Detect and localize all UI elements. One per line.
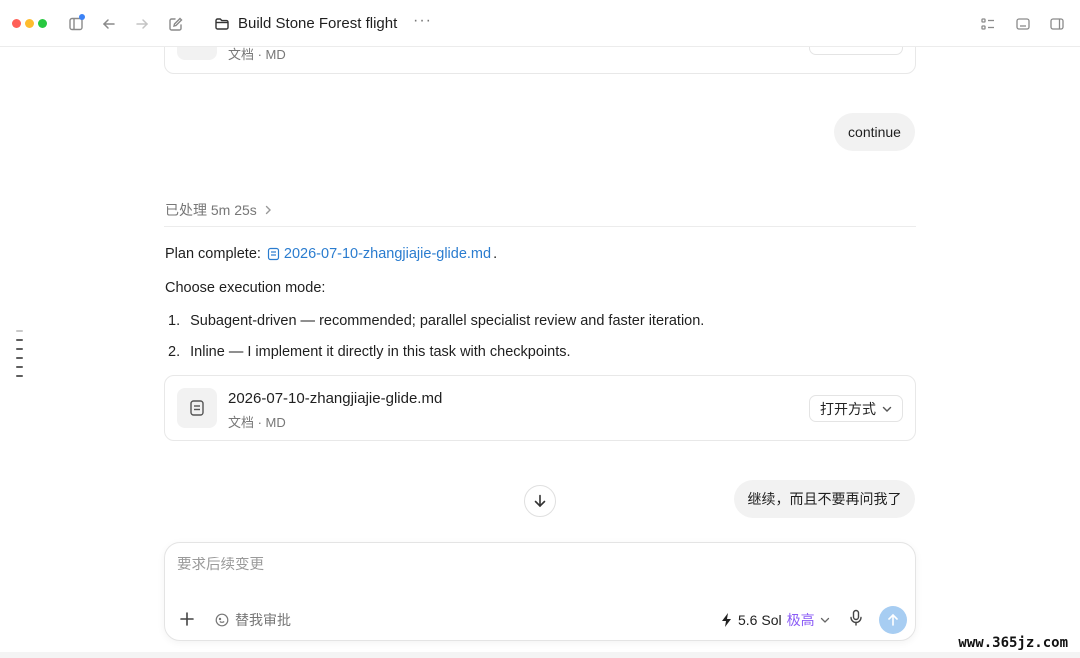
plan-file-link-text[interactable]: 2026-07-10-zhangjiajie-glide.md: [284, 246, 491, 262]
smiley-shield-icon: [215, 613, 229, 627]
document-icon: [177, 388, 217, 428]
user-message-text: 继续，而且不要再问我了: [747, 491, 902, 507]
divider: [164, 226, 916, 227]
lightning-icon: [722, 613, 731, 627]
list-number: 2.: [168, 344, 181, 360]
plan-complete-label: Plan complete:: [165, 246, 261, 262]
file-card[interactable]: 2026-07-10-zhangjiajie-glide.md 文档 · MD …: [164, 375, 916, 441]
compose-icon[interactable]: [165, 13, 187, 35]
choose-mode-text: Choose execution mode:: [165, 280, 326, 296]
right-panel-icon[interactable]: [1046, 13, 1068, 35]
bottom-panel-icon[interactable]: [1012, 13, 1034, 35]
auto-approve-label: 替我审批: [235, 612, 291, 628]
model-name: 5.6 Sol: [738, 612, 782, 628]
add-attachment-button[interactable]: [177, 609, 197, 629]
list-item: 1. Subagent-driven — recommended; parall…: [168, 313, 704, 329]
arrow-up-icon: [888, 613, 898, 626]
microphone-icon[interactable]: [848, 609, 864, 627]
plan-file-link[interactable]: 2026-07-10-zhangjiajie-glide.md: [267, 246, 491, 262]
list-number: 1.: [168, 313, 181, 329]
scroll-to-bottom-button[interactable]: [524, 485, 556, 517]
watermark: www.365jz.com: [954, 634, 1072, 652]
back-arrow-icon[interactable]: [98, 13, 120, 35]
folder-icon: [211, 13, 233, 35]
auto-approve-toggle[interactable]: 替我审批: [215, 610, 291, 630]
processed-toggle[interactable]: 已处理 5m 25s: [165, 200, 273, 220]
arrow-down-icon: [534, 494, 546, 508]
user-message: continue: [834, 113, 915, 151]
composer: 替我审批 5.6 Sol 极高: [164, 542, 916, 641]
forward-arrow-icon[interactable]: [131, 13, 153, 35]
chevron-down-icon: [820, 617, 829, 623]
model-level: 极高: [786, 612, 815, 628]
user-message: 继续，而且不要再问我了: [734, 480, 915, 518]
follow-up-input[interactable]: [177, 557, 897, 573]
document-link-icon: [267, 247, 280, 261]
user-message-text: continue: [848, 124, 901, 140]
model-selector[interactable]: 5.6 Sol 极高: [721, 610, 830, 630]
bottom-strip: [0, 652, 1080, 658]
plan-suffix: .: [493, 246, 498, 262]
file-name: 2026-07-10-zhangjiajie-glide.md: [228, 390, 443, 407]
close-window-button[interactable]: [12, 19, 21, 28]
send-button[interactable]: [879, 606, 907, 634]
sidebar-toggle-icon[interactable]: [65, 13, 87, 35]
more-options-icon[interactable]: ···: [413, 12, 432, 30]
checklist-icon[interactable]: [977, 13, 999, 35]
chevron-right-icon: [265, 205, 271, 215]
open-with-label: 打开方式: [820, 400, 876, 417]
chevron-down-icon: [882, 406, 892, 412]
zoom-window-button[interactable]: [38, 19, 47, 28]
conversation-outline[interactable]: [16, 330, 24, 384]
list-text: Inline — I implement it directly in this…: [190, 344, 571, 360]
file-meta: 文档 · MD: [228, 415, 286, 430]
list-item: 2. Inline — I implement it directly in t…: [168, 344, 571, 360]
processed-label: 已处理 5m 25s: [165, 202, 257, 218]
plan-complete-line: Plan complete: 2026-07-10-zhangjiajie-gl…: [165, 246, 497, 262]
titlebar: Build Stone Forest flight ···: [0, 0, 1080, 47]
open-with-button[interactable]: 打开方式: [809, 395, 903, 422]
window-title: Build Stone Forest flight: [238, 15, 398, 32]
notification-dot: [79, 14, 85, 20]
plus-icon: [180, 612, 194, 626]
minimize-window-button[interactable]: [25, 19, 34, 28]
list-text: Subagent-driven — recommended; parallel …: [190, 313, 705, 329]
